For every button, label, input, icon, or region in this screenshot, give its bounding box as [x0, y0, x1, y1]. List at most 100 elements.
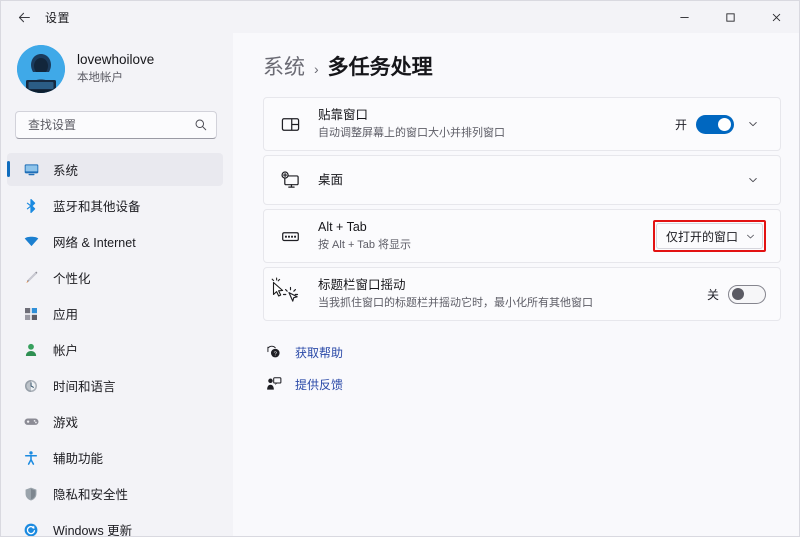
monitor-icon — [21, 160, 41, 180]
sidebar-item-personalization[interactable]: 个性化 — [7, 261, 223, 294]
card-title: 贴靠窗口 — [318, 108, 369, 123]
avatar — [17, 45, 65, 93]
help-links: ? 获取帮助 提供反馈 — [263, 339, 781, 397]
paintbrush-icon — [21, 268, 41, 288]
sidebar-item-label: 辅助功能 — [53, 452, 104, 466]
card-texts: 标题栏窗口摇动 当我抓住窗口的标题栏并摇动它时，最小化所有其他窗口 — [318, 277, 707, 311]
sidebar-item-label: 游戏 — [53, 416, 79, 430]
search-box[interactable] — [15, 111, 217, 139]
sidebar-item-label: 网络 & Internet — [53, 236, 136, 250]
link-label: 提供反馈 — [295, 377, 344, 392]
feedback-icon — [263, 376, 285, 392]
card-texts: 贴靠窗口 自动调整屏幕上的窗口大小并排列窗口 — [318, 107, 675, 141]
card-controls: 仅打开的窗口 — [652, 220, 766, 252]
user-avatar-icon — [17, 45, 65, 93]
minimize-icon — [679, 16, 689, 18]
back-button[interactable] — [9, 5, 39, 29]
sidebar-item-label: 个性化 — [53, 272, 91, 286]
desktop-add-icon — [278, 170, 302, 190]
main-content: 系统 › 多任务处理 贴靠窗口 自动调整屏幕上的窗口大小并排列窗口 开 桌面 A… — [233, 33, 799, 536]
account-type: 本地帐户 — [77, 72, 123, 85]
minimize-button[interactable] — [661, 1, 707, 33]
toggle-state-label: 关 — [706, 287, 719, 302]
chevron-down-icon[interactable] — [740, 118, 766, 130]
snap-layout-icon — [278, 115, 302, 134]
snap-windows-toggle[interactable] — [696, 114, 734, 134]
card-subtitle: 自动调整屏幕上的窗口大小并排列窗口 — [318, 127, 505, 140]
card-texts: Alt + Tab 按 Alt + Tab 将显示 — [318, 219, 653, 253]
setting-card-alt-tab[interactable]: Alt + Tab 按 Alt + Tab 将显示 仅打开的窗口 — [263, 209, 781, 263]
wifi-icon — [21, 232, 41, 252]
card-subtitle: 当我抓住窗口的标题栏并摇动它时，最小化所有其他窗口 — [318, 297, 593, 310]
chevron-down-icon — [745, 231, 756, 242]
toggle-knob — [732, 288, 744, 300]
person-icon — [21, 340, 41, 360]
card-title: 桌面 — [318, 172, 344, 187]
sidebar-item-label: 蓝牙和其他设备 — [53, 200, 141, 214]
account-text: lovewhoilove 本地帐户 — [77, 52, 154, 85]
account-block[interactable]: lovewhoilove 本地帐户 — [1, 33, 233, 97]
toggle-knob — [718, 117, 731, 131]
sidebar-item-system[interactable]: 系统 — [7, 153, 223, 186]
sidebar-item-label: 系统 — [53, 164, 79, 178]
accessibility-icon — [21, 448, 41, 468]
setting-card-desktop[interactable]: 桌面 — [263, 155, 781, 205]
chevron-down-icon[interactable] — [740, 174, 766, 186]
update-icon — [21, 520, 41, 537]
maximize-button[interactable] — [707, 1, 753, 33]
sidebar-item-label: 帐户 — [53, 344, 79, 358]
sidebar-item-bluetooth[interactable]: 蓝牙和其他设备 — [7, 189, 223, 222]
sidebar-item-gaming[interactable]: 游戏 — [7, 405, 223, 438]
card-subtitle: 按 Alt + Tab 将显示 — [318, 239, 412, 252]
give-feedback-link[interactable]: 提供反馈 — [263, 371, 781, 397]
sidebar-item-network[interactable]: 网络 & Internet — [7, 225, 223, 258]
sidebar-item-time-language[interactable]: 时间和语言 — [7, 369, 223, 402]
maximize-icon — [725, 12, 735, 22]
setting-card-title-bar-shake[interactable]: 标题栏窗口摇动 当我抓住窗口的标题栏并摇动它时，最小化所有其他窗口 关 — [263, 267, 781, 321]
shake-icon — [278, 285, 302, 304]
shield-icon — [21, 484, 41, 504]
close-icon — [772, 13, 780, 21]
card-title: Alt + Tab — [318, 220, 367, 235]
sidebar-item-accounts[interactable]: 帐户 — [7, 333, 223, 366]
sidebar-item-apps[interactable]: 应用 — [7, 297, 223, 330]
sidebar-item-label: 应用 — [53, 308, 79, 322]
body-area: lovewhoilove 本地帐户 查找设置 系统 蓝牙和其他设备 网络 & I… — [1, 33, 799, 537]
get-help-link[interactable]: ? 获取帮助 — [263, 339, 781, 365]
page-title: 多任务处理 — [327, 56, 433, 79]
gamepad-icon — [21, 412, 41, 432]
card-controls: 关 — [706, 284, 766, 304]
breadcrumb-parent[interactable]: 系统 — [263, 51, 305, 81]
apps-icon — [21, 304, 41, 324]
sidebar: lovewhoilove 本地帐户 查找设置 系统 蓝牙和其他设备 网络 & I… — [1, 33, 233, 537]
clock-icon — [21, 376, 41, 396]
window-title: 设置 — [45, 10, 71, 25]
help-icon: ? — [263, 344, 285, 360]
annotation-highlight-box: 仅打开的窗口 — [652, 220, 766, 252]
keyboard-icon — [278, 227, 302, 246]
sidebar-item-windows-update[interactable]: Windows 更新 — [7, 513, 223, 537]
setting-card-snap-windows[interactable]: 贴靠窗口 自动调整屏幕上的窗口大小并排列窗口 开 — [263, 97, 781, 151]
sidebar-item-accessibility[interactable]: 辅助功能 — [7, 441, 223, 474]
sidebar-item-label: 隐私和安全性 — [53, 488, 129, 502]
sidebar-item-privacy-security[interactable]: 隐私和安全性 — [7, 477, 223, 510]
title-bar: 设置 — [1, 1, 799, 33]
toggle-state-label: 开 — [674, 117, 687, 132]
title-bar-shake-toggle[interactable] — [728, 284, 766, 304]
card-texts: 桌面 — [318, 172, 734, 188]
settings-window: 设置 lovewhoilove 本地帐户 查找设置 系统 蓝牙和其他设备 网络 … — [0, 0, 800, 537]
dropdown-value: 仅打开的窗口 — [665, 229, 738, 244]
search-wrapper — [1, 97, 233, 139]
search-icon — [195, 119, 207, 131]
breadcrumb-separator: › — [314, 61, 319, 77]
bluetooth-icon — [21, 196, 41, 216]
link-label: 获取帮助 — [295, 345, 344, 360]
sidebar-nav: 系统 蓝牙和其他设备 网络 & Internet 个性化 应用 帐户 时间和语言… — [1, 153, 233, 537]
search-input[interactable] — [26, 117, 194, 133]
close-button[interactable] — [753, 1, 799, 33]
alt-tab-dropdown[interactable]: 仅打开的窗口 — [655, 223, 763, 249]
card-controls: 开 — [674, 114, 766, 134]
sidebar-item-label: 时间和语言 — [53, 380, 116, 394]
card-controls — [734, 174, 766, 186]
card-title: 标题栏窗口摇动 — [318, 278, 406, 293]
